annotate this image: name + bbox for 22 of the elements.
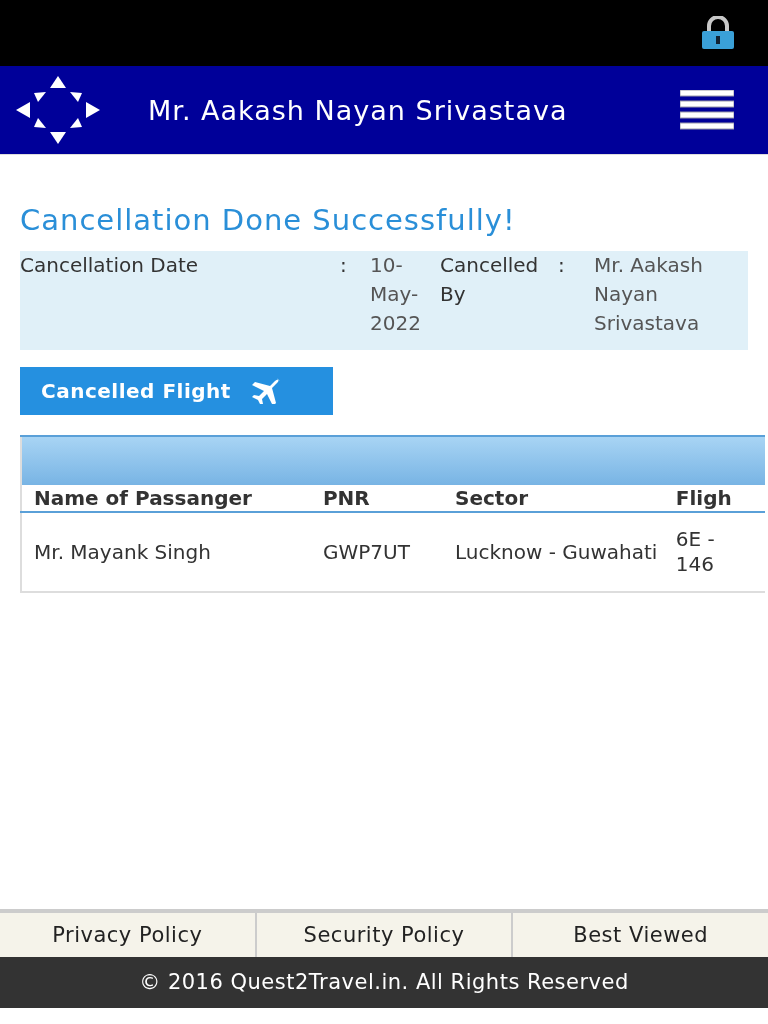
table-cell: Mr. Mayank Singh (21, 512, 311, 592)
user-name: Mr. Aakash Nayan Srivastava (148, 94, 569, 126)
lock-icon (700, 16, 736, 50)
column-header: Fligh (663, 436, 765, 512)
column-header: PNR (310, 436, 444, 512)
column-header: Sector (443, 436, 664, 512)
table-cell: 6E - 146 (663, 512, 765, 592)
field-value: Mr. Aakash Nayan Srivastava (594, 252, 704, 337)
menu-icon[interactable] (680, 90, 734, 130)
field-value: 10-May-2022 (370, 252, 422, 337)
separator: : (558, 252, 566, 279)
field-label: Cancellation Date (20, 252, 200, 279)
table-cell: Lucknow - Guwahati (443, 512, 664, 592)
success-heading: Cancellation Done Successfully! (20, 203, 517, 237)
footer-link[interactable]: Best Viewed (513, 913, 768, 957)
airplane-icon (250, 378, 281, 404)
separator: : (340, 252, 348, 279)
compass-logo-icon (16, 76, 100, 144)
table-cell: GWP7UT (310, 512, 444, 592)
field-label: Cancelled By (440, 252, 540, 308)
copyright-text: © 2016 Quest2Travel.in. All Rights Reserved (139, 970, 629, 994)
column-header: Name of Passanger (21, 436, 311, 512)
